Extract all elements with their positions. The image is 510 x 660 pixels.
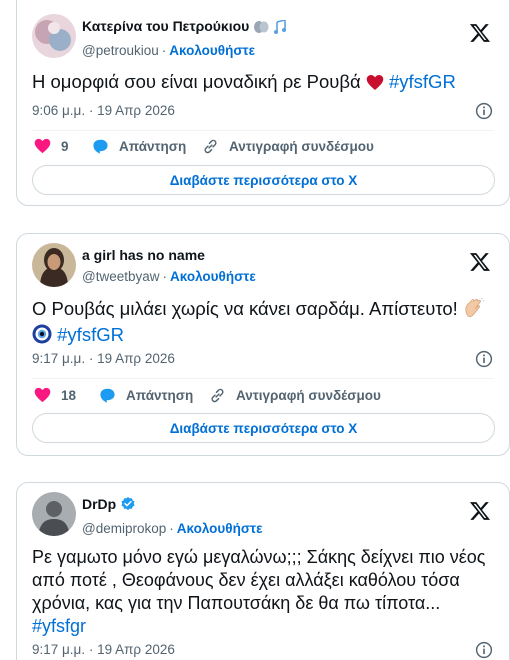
info-icon[interactable] — [475, 350, 493, 368]
tweet-header: a girl has no name @tweetbyaw · Ακολουθήστ… — [32, 243, 495, 289]
tweet-card: DrDp @demiprokop · Ακολουθήστε Ρε γαμωτο μ… — [16, 482, 510, 660]
tweet-actions: 9 Απάντηση Αντιγραφή συνδέσμου — [32, 135, 494, 157]
heart-icon — [34, 387, 51, 403]
hashtag-link[interactable]: #yfsfGR — [389, 71, 456, 92]
tweet-card: Κατερίνα του Πετρούκιου @petroukiou · Ακολ… — [16, 0, 510, 206]
timestamp[interactable]: 9:06 μ.μ. · 19 Απρ 2026 — [32, 103, 175, 118]
author-name[interactable]: a girl has no name — [82, 246, 256, 264]
copy-link-label: Αντιγραφή συνδέσμου — [236, 387, 381, 403]
like-button[interactable]: 9 — [34, 135, 69, 157]
x-logo-icon[interactable] — [469, 500, 491, 522]
clapping-hands-emoji-icon — [463, 297, 485, 323]
x-logo-icon[interactable] — [469, 22, 491, 44]
like-count: 18 — [61, 387, 77, 403]
tweet-actions: 18 Απάντηση Αντιγραφή συνδέσμου — [32, 384, 494, 406]
tweet-header: DrDp @demiprokop · Ακολουθήστε — [32, 492, 495, 538]
reply-label: Απάντηση — [126, 387, 194, 403]
avatar[interactable] — [32, 243, 76, 287]
link-icon — [211, 388, 224, 402]
timestamp[interactable]: 9:17 μ.μ. · 19 Απρ 2026 — [32, 351, 175, 366]
reply-button[interactable]: Απάντηση — [92, 135, 186, 157]
copy-link-button[interactable]: Αντιγραφή συνδέσμου — [209, 384, 381, 406]
info-icon[interactable] — [475, 102, 493, 120]
heart-icon — [34, 138, 51, 154]
nazar-eye-emoji-icon — [32, 324, 52, 349]
author-name[interactable]: Κατερίνα του Πετρούκιου — [82, 18, 249, 34]
author-handle[interactable]: @tweetbyaw — [82, 269, 160, 284]
copy-link-label: Αντιγραφή συνδέσμου — [229, 138, 374, 154]
x-logo-icon[interactable] — [469, 251, 491, 273]
like-count: 9 — [61, 138, 69, 154]
verified-badge-icon — [120, 496, 136, 516]
tweet-header: Κατερίνα του Πετρούκιου @petroukiou · Ακολ… — [32, 14, 495, 60]
read-more-button[interactable]: Διαβάστε περισσότερα στο X — [32, 165, 495, 195]
info-icon[interactable] — [475, 641, 493, 659]
reply-bubble-icon — [93, 139, 108, 154]
theatre-masks-emoji-icon — [253, 20, 269, 38]
music-notes-emoji-icon — [273, 18, 287, 38]
hashtag-link[interactable]: #yfsfgr — [32, 615, 491, 638]
link-icon — [204, 139, 217, 153]
author-handle[interactable]: @petroukiou — [82, 43, 159, 58]
heart-emoji-icon — [366, 73, 384, 96]
tweet-text: Ο Ρουβάς μιλάει χωρίς να κάνει σαρδάμ. Α… — [32, 297, 491, 349]
copy-link-button[interactable]: Αντιγραφή συνδέσμου — [202, 135, 374, 157]
divider — [32, 130, 494, 131]
divider — [32, 378, 494, 379]
reply-label: Απάντηση — [119, 138, 187, 154]
tweet-text: Η ομορφιά σου είναι μοναδική ρε Ρουβά #y… — [32, 70, 491, 96]
avatar[interactable] — [32, 14, 76, 58]
timestamp[interactable]: 9:17 μ.μ. · 19 Απρ 2026 — [32, 642, 175, 657]
author-name[interactable]: DrDp — [82, 496, 116, 512]
hashtag-link[interactable]: #yfsfGR — [57, 324, 124, 345]
tweet-text: Ρε γαμωτο μόνο εγώ μεγαλώνω;;; Σάκης δεί… — [32, 546, 491, 638]
tweet-card: a girl has no name @tweetbyaw · Ακολουθήστ… — [16, 233, 510, 456]
follow-button[interactable]: Ακολουθήστε — [169, 43, 255, 58]
author-handle[interactable]: @demiprokop — [82, 521, 166, 536]
follow-button[interactable]: Ακολουθήστε — [170, 269, 256, 284]
like-button[interactable]: 18 — [34, 384, 76, 406]
reply-button[interactable]: Απάντηση — [99, 384, 193, 406]
read-more-button[interactable]: Διαβάστε περισσότερα στο X — [32, 413, 495, 443]
follow-button[interactable]: Ακολουθήστε — [177, 521, 263, 536]
reply-bubble-icon — [100, 388, 115, 403]
avatar[interactable] — [32, 492, 76, 536]
